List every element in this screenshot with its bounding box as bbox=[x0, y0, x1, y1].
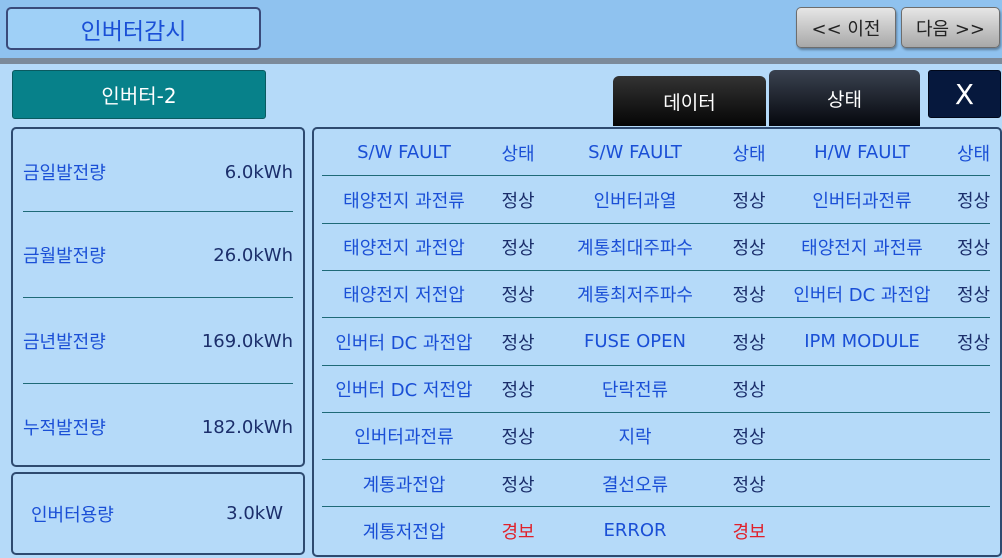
fault-name: ERROR bbox=[603, 520, 667, 542]
fault-status: 정상 bbox=[732, 427, 766, 449]
energy-panel: 금일발전량 6.0kWh 금월발전량 26.0kWh 금년발전량 169.0kW… bbox=[11, 127, 305, 467]
fault-status: 정상 bbox=[956, 332, 991, 354]
fault-row: 인버터과전류 정상 지락 정상 bbox=[314, 413, 1000, 460]
fault-row: 인버터 DC 과전압 정상 FUSE OPEN 정상 IPM MODULE 정상 bbox=[314, 318, 1000, 365]
fault-name: 인버터 DC 과전압 bbox=[793, 285, 931, 307]
fault-row: 계통과전압 정상 결선오류 정상 bbox=[314, 460, 1000, 507]
fault-status: 정상 bbox=[501, 190, 535, 212]
fault-name: 계통저전압 bbox=[362, 521, 446, 543]
energy-value: 182.0kWh bbox=[201, 416, 293, 438]
energy-row-month: 금월발전량 26.0kWh bbox=[23, 212, 293, 298]
fault-name: 인버터 DC 과전압 bbox=[335, 332, 473, 354]
main-area: 인버터-2 데이터 상태 X 금일발전량 6.0kWh 금월발전량 26.0kW… bbox=[0, 64, 1002, 558]
column-header: 상태 bbox=[732, 143, 766, 165]
fault-name: 태양전지 과전류 bbox=[801, 238, 923, 260]
fault-name bbox=[780, 460, 944, 507]
fault-name: 태양전지 과전압 bbox=[343, 238, 465, 260]
capacity-value: 3.0kW bbox=[226, 503, 283, 524]
fault-status: 경보 bbox=[501, 521, 535, 543]
fault-name: FUSE OPEN bbox=[584, 331, 686, 353]
fault-status: 정상 bbox=[732, 285, 766, 307]
fault-name: 인버터과전류 bbox=[812, 190, 912, 212]
column-header: S/W FAULT bbox=[357, 142, 451, 163]
header-bar: 인버터감시 << 이전 다음 >> bbox=[0, 0, 1002, 58]
fault-name: 태양전지 과전류 bbox=[343, 190, 465, 212]
fault-name bbox=[780, 413, 944, 460]
fault-status: 정상 bbox=[501, 427, 535, 449]
fault-row: 태양전지 저전압 정상 계통최저주파수 정상 인버터 DC 과전압 정상 bbox=[314, 271, 1000, 318]
next-button[interactable]: 다음 >> bbox=[901, 7, 1000, 48]
column-header: 상태 bbox=[501, 143, 535, 165]
fault-status: 정상 bbox=[501, 380, 535, 401]
fault-name: 계통최저주파수 bbox=[577, 285, 693, 307]
fault-name: 인버터 DC 저전압 bbox=[335, 380, 473, 401]
capacity-label: 인버터용량 bbox=[31, 504, 114, 526]
capacity-row: 인버터용량 3.0kW bbox=[31, 474, 283, 553]
energy-value: 26.0kWh bbox=[213, 244, 293, 266]
fault-name: 결선오류 bbox=[601, 474, 669, 496]
tab-status[interactable]: 상태 bbox=[769, 70, 920, 126]
fault-status: 정상 bbox=[956, 285, 991, 307]
close-button[interactable]: X bbox=[928, 70, 1001, 118]
fault-row: 태양전지 과전압 정상 계통최대주파수 정상 태양전지 과전류 정상 bbox=[314, 224, 1000, 271]
fault-status: 정상 bbox=[501, 238, 535, 260]
fault-status bbox=[946, 413, 1001, 460]
fault-status: 경보 bbox=[732, 521, 766, 543]
fault-status-panel: S/W FAULT 상태 S/W FAULT 상태 H/W FAULT 상태 태… bbox=[312, 127, 1002, 557]
page-title: 인버터감시 bbox=[6, 7, 261, 50]
energy-label: 금일발전량 bbox=[23, 163, 106, 184]
fault-status: 정상 bbox=[956, 190, 991, 212]
energy-value: 6.0kWh bbox=[224, 161, 293, 183]
fault-status: 정상 bbox=[732, 380, 766, 401]
inverter-name-badge: 인버터-2 bbox=[12, 70, 266, 119]
fault-name: 계통과전압 bbox=[362, 474, 446, 496]
fault-status: 정상 bbox=[501, 474, 535, 496]
fault-status: 정상 bbox=[732, 190, 766, 212]
fault-name: 태양전지 저전압 bbox=[343, 285, 465, 307]
column-header: S/W FAULT bbox=[588, 142, 682, 163]
fault-name: 인버터과전류 bbox=[354, 427, 454, 449]
fault-status bbox=[946, 507, 1001, 554]
energy-row-year: 금년발전량 169.0kWh bbox=[23, 298, 293, 384]
fault-status: 정상 bbox=[501, 332, 535, 354]
fault-name: 인버터과열 bbox=[593, 190, 677, 212]
prev-button[interactable]: << 이전 bbox=[796, 7, 896, 48]
fault-status: 정상 bbox=[732, 332, 766, 354]
fault-status: 정상 bbox=[732, 238, 766, 260]
fault-status bbox=[946, 460, 1001, 507]
energy-value: 169.0kWh bbox=[201, 330, 293, 352]
column-header: H/W FAULT bbox=[814, 142, 910, 163]
fault-name bbox=[780, 507, 944, 554]
fault-name bbox=[780, 366, 944, 413]
tab-data[interactable]: 데이터 bbox=[613, 76, 766, 126]
energy-label: 누적발전량 bbox=[23, 418, 106, 439]
fault-name: IPM MODULE bbox=[804, 331, 920, 353]
energy-row-total: 누적발전량 182.0kWh bbox=[23, 384, 293, 470]
energy-label: 금년발전량 bbox=[23, 332, 106, 353]
fault-name: 지락 bbox=[618, 427, 652, 449]
fault-status: 정상 bbox=[956, 238, 991, 260]
fault-status: 정상 bbox=[732, 474, 766, 496]
energy-row-today: 금일발전량 6.0kWh bbox=[23, 129, 293, 215]
energy-label: 금월발전량 bbox=[23, 246, 106, 267]
fault-name: 계통최대주파수 bbox=[577, 238, 693, 260]
fault-row: 인버터 DC 저전압 정상 단락전류 정상 bbox=[314, 366, 1000, 413]
fault-row: 태양전지 과전류 정상 인버터과열 정상 인버터과전류 정상 bbox=[314, 176, 1000, 223]
capacity-panel: 인버터용량 3.0kW bbox=[11, 472, 305, 555]
fault-status: 정상 bbox=[501, 285, 535, 307]
fault-row: 계통저전압 경보 ERROR 경보 bbox=[314, 507, 1000, 554]
fault-header-row: S/W FAULT 상태 S/W FAULT 상태 H/W FAULT 상태 bbox=[314, 129, 1000, 176]
column-header: 상태 bbox=[956, 143, 991, 165]
fault-name: 단락전류 bbox=[601, 380, 669, 401]
fault-status bbox=[946, 366, 1001, 413]
